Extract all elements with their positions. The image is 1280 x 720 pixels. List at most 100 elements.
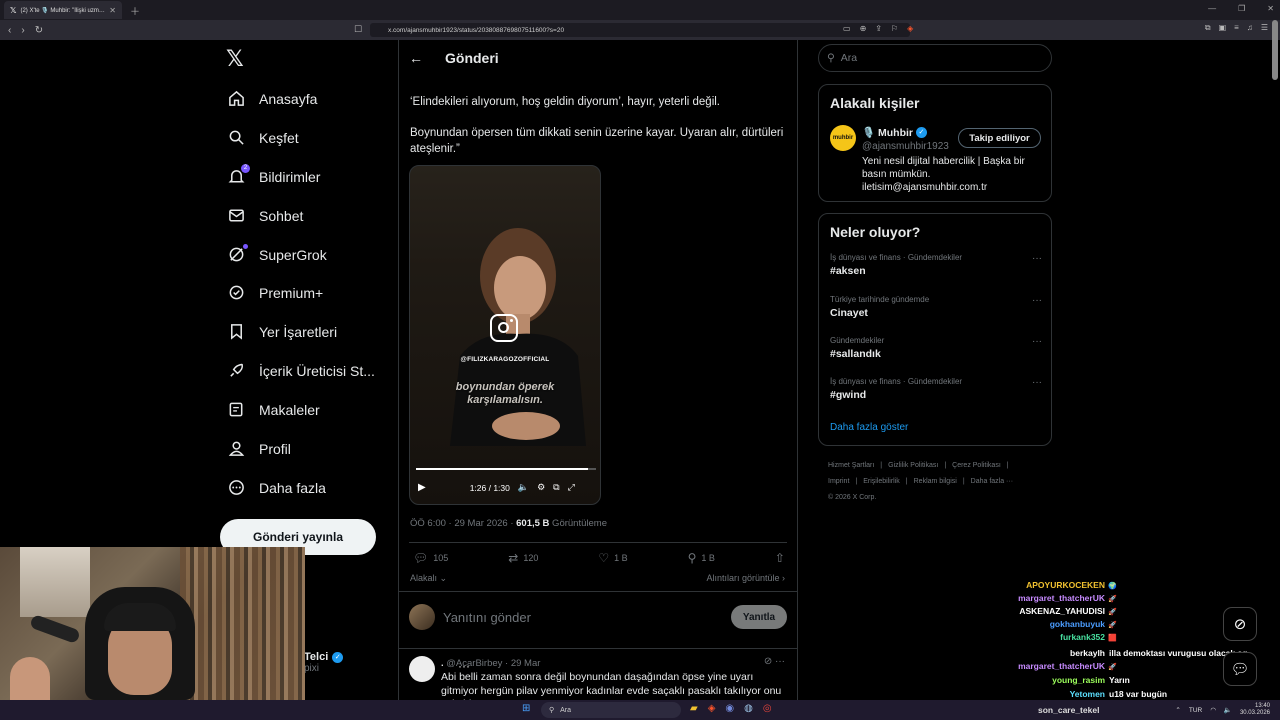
trend-item[interactable]: İş dünyası ve finans · Gündemdekiler #gwi… (830, 377, 1042, 401)
reply-input[interactable]: Yanıtını gönder (443, 610, 731, 625)
trend-tag: #aksen (830, 265, 866, 277)
bookmark-button[interactable]: ⚲ 1 B (688, 551, 715, 565)
trend-item[interactable]: İş dünyası ve finans · Gündemdekiler #aks… (830, 253, 1042, 277)
chat-username[interactable]: young_rasim (1052, 675, 1105, 685)
wifi-icon[interactable]: ◠ (1210, 706, 1216, 714)
nav-item-premium[interactable]: Premium+ (228, 284, 323, 301)
show-more-link[interactable]: Daha fazla göster (830, 422, 908, 433)
more-dots-icon[interactable]: ··· (1032, 295, 1042, 306)
reply-button[interactable]: 💬︎ 105 (413, 551, 448, 565)
view-quotes-link[interactable]: Alıntıları görüntüle › (706, 573, 785, 583)
steam-icon[interactable]: ◍ (744, 703, 753, 714)
nav-item-mail[interactable]: Sohbet (228, 207, 303, 224)
chrome-icon[interactable]: ◎ (763, 703, 772, 714)
trend-item[interactable]: Türkiye tarihinde gündemde Cinayet ··· (830, 295, 1042, 319)
reload-icon[interactable]: ↻ (35, 25, 43, 36)
more-dots-icon[interactable]: ··· (1032, 377, 1042, 388)
zoom-icon[interactable]: ⊕ (860, 24, 867, 33)
nav-item-article[interactable]: Makaleler (228, 401, 320, 418)
person-name-row[interactable]: 🎙️ Muhbir ✓ (862, 126, 927, 139)
more-dots-icon[interactable]: ··· (1032, 253, 1042, 264)
chat-username[interactable]: furkank352 (1060, 632, 1105, 642)
avatar[interactable]: muhbir (830, 125, 856, 151)
chat-username[interactable]: gokhanbuyuk (1050, 619, 1105, 629)
volume-icon[interactable]: 🔈 (1224, 706, 1232, 714)
brave-icon[interactable]: ◈ (708, 703, 716, 714)
chat-username[interactable]: margaret_thatcherUK (1018, 593, 1105, 603)
translate-icon[interactable]: ⚐ (891, 24, 898, 33)
language-indicator[interactable]: TUR (1189, 707, 1202, 714)
taskbar-search[interactable]: ⚲ Ara (541, 702, 681, 718)
more-dots-icon[interactable]: ··· (1032, 336, 1042, 347)
hamburger-icon[interactable]: ☰ (1261, 23, 1268, 33)
scrollbar[interactable] (1272, 20, 1278, 80)
windows-start-icon[interactable]: ⊞ (522, 703, 530, 714)
url-bar[interactable]: x.com/ajansmuhbir1923/status/20380887698… (370, 23, 910, 37)
discord-icon[interactable]: ◉ (725, 703, 734, 714)
minimize-icon[interactable]: — (1208, 4, 1216, 13)
trends-card: Neler oluyor? İş dünyası ve finans · Gün… (818, 213, 1052, 446)
video-player[interactable]: @FILIZKARAGOZOFFICIAL boynundan öperek k… (409, 165, 601, 505)
share-button[interactable]: ⇧ (775, 551, 785, 565)
back-arrow-icon[interactable]: ← (409, 50, 423, 66)
like-button[interactable]: ♡ 1 B (598, 551, 627, 565)
footer-link[interactable]: Reklam bilgisi (914, 478, 957, 485)
repost-button[interactable]: ⇄ 120 (508, 551, 538, 565)
nav-item-more-circle[interactable]: Daha fazla (228, 479, 326, 496)
related-dropdown[interactable]: Alakalı ⌄ (410, 573, 447, 584)
footer-link[interactable]: Daha fazla ··· (971, 478, 1013, 485)
chat-username[interactable]: Yetomen (1070, 689, 1105, 699)
clock[interactable]: 13:40 30.03.2026 (1240, 703, 1270, 717)
chat-username[interactable]: margaret_thatcherUK (1018, 661, 1105, 671)
messages-floating-icon[interactable]: 💬︎ (1223, 652, 1257, 686)
nav-item-bell[interactable]: 2 Bildirimler (228, 164, 320, 185)
reply-submit-button[interactable]: Yanıtla (731, 605, 787, 629)
share-icon[interactable]: ⇪ (875, 24, 882, 33)
nav-item-home[interactable]: Anasayfa (228, 90, 317, 107)
chat-username[interactable]: berkaylh (1070, 648, 1105, 658)
screen-icon[interactable]: ▭ (843, 24, 851, 33)
grok-icon[interactable]: ⊘ (764, 656, 772, 667)
tray-up-icon[interactable]: ⌃ (1175, 706, 1180, 714)
play-icon[interactable]: ▶ (418, 482, 426, 493)
close-tab-icon[interactable]: ✕ (109, 6, 116, 15)
folder-icon[interactable]: ▰ (690, 703, 698, 714)
search-input[interactable]: ⚲ Ara (818, 44, 1052, 72)
trend-item[interactable]: Gündemdekiler #sallandık ··· (830, 336, 1042, 360)
fullscreen-icon[interactable]: ⤢ (568, 482, 575, 493)
nav-item-rocket[interactable]: İçerik Üreticisi St... (228, 362, 375, 379)
x-logo-icon[interactable]: 𝕏 (226, 48, 248, 70)
footer-link[interactable]: Imprint (828, 478, 849, 485)
chat-username[interactable]: ASKENAZ_YAHUDISI (1019, 606, 1105, 616)
browser-tab[interactable]: 𝕏 (2) X'te 🎙️ Muhbir: "İlişki uzman... ✕ (4, 1, 122, 19)
extension-icon[interactable]: ⧉ (1205, 23, 1211, 33)
footer-link[interactable]: Çerez Politikası (952, 462, 1001, 469)
nav-item-bookmark[interactable]: Yer İşaretleri (228, 323, 337, 340)
new-tab-icon[interactable]: ＋ (130, 3, 140, 18)
nav-item-grok[interactable]: SuperGrok (228, 244, 327, 263)
nav-item-search[interactable]: Keşfet (228, 129, 299, 146)
back-icon[interactable]: ‹ (8, 25, 11, 36)
footer-link[interactable]: Hizmet Şartları (828, 462, 874, 469)
volume-icon[interactable]: 🔈 (518, 482, 529, 493)
music-icon[interactable]: ♫ (1247, 23, 1253, 33)
follow-button[interactable]: Takip ediliyor (958, 128, 1041, 148)
avatar (409, 604, 435, 630)
footer-link[interactable]: Gizlilik Politikası (888, 462, 938, 469)
wallet-icon[interactable]: ▣ (1219, 23, 1227, 33)
bookmark-page-icon[interactable]: ☐ (354, 24, 362, 35)
pip-icon[interactable]: ⧉ (553, 482, 559, 493)
footer-link[interactable]: Erişilebilirlik (863, 478, 900, 485)
maximize-icon[interactable]: ❐ (1238, 4, 1245, 13)
profile-icon (228, 440, 245, 457)
video-progress-bar[interactable] (416, 468, 596, 470)
close-window-icon[interactable]: ✕ (1267, 4, 1274, 13)
more-dots-icon[interactable]: ··· (775, 656, 785, 667)
chat-username[interactable]: APOYURKOCEKEN (1026, 580, 1105, 590)
brave-shield-icon[interactable]: ◈ (907, 24, 913, 33)
forward-icon[interactable]: › (21, 25, 24, 36)
nav-item-profile[interactable]: Profil (228, 440, 291, 457)
menu-icon[interactable]: ≡ (1234, 23, 1239, 33)
settings-icon[interactable]: ⚙ (537, 482, 545, 493)
grok-floating-icon[interactable]: ⊘ (1223, 607, 1257, 641)
